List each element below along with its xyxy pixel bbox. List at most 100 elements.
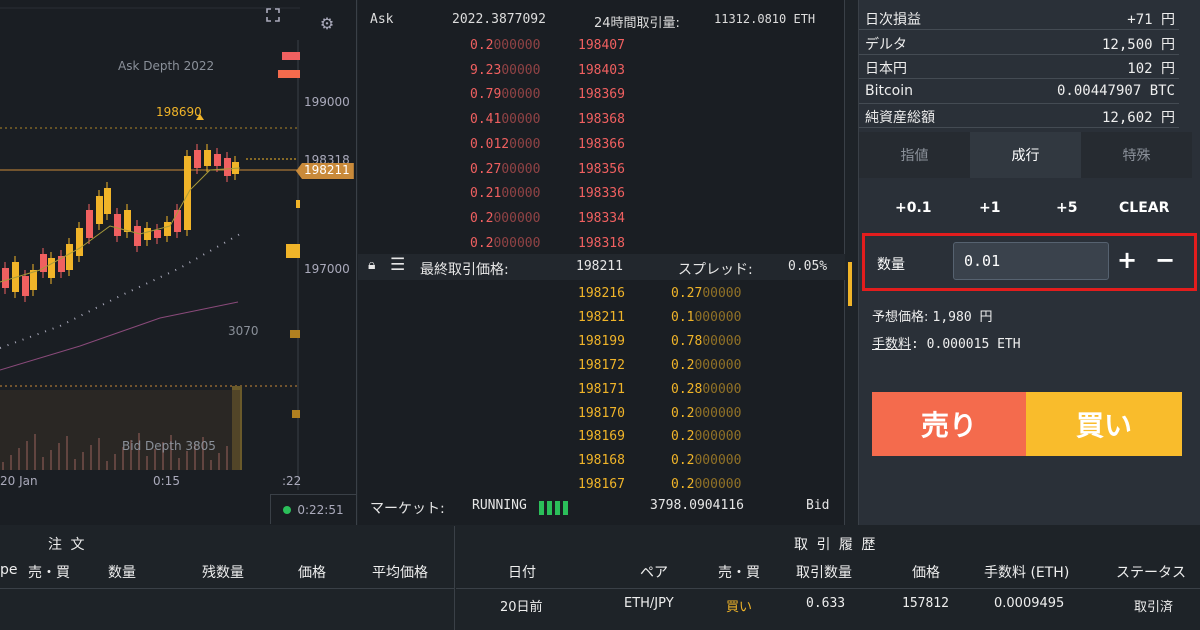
- ask-total: 2022.3877092: [452, 12, 546, 27]
- ask-amount: 0.0120000: [470, 136, 541, 152]
- bid-amount: 0.2700000: [671, 286, 742, 301]
- ask-row[interactable]: 9.2300000 198403: [358, 63, 845, 83]
- last-price-label: 最終取引価格:: [420, 262, 509, 278]
- candle-body: [224, 158, 231, 176]
- candle-body: [144, 228, 151, 240]
- bid-row[interactable]: 198168 0.2000000: [358, 453, 845, 473]
- minus-icon[interactable]: −: [1155, 246, 1175, 274]
- ask-amount: 0.2000000: [470, 210, 541, 226]
- bid-price: 198169: [578, 429, 625, 445]
- balance-row: Bitcoin 0.00447907 BTC: [859, 80, 1179, 104]
- ask-row[interactable]: 0.2000000 198334: [358, 211, 845, 231]
- list-icon[interactable]: ☰: [390, 255, 405, 275]
- depth-bar: [286, 250, 300, 258]
- depth-bar: [290, 330, 300, 338]
- sell-button[interactable]: 売り: [872, 392, 1026, 456]
- ask-amount: 9.2300000: [470, 62, 541, 78]
- time-axis-label: 20 Jan: [0, 474, 38, 488]
- ask-row[interactable]: 0.4100000 198368: [358, 112, 845, 132]
- last-price-bar: 🔒︎ ☰ 最終取引価格: 198211 スプレッド: 0.05%: [358, 254, 845, 280]
- ask-row[interactable]: 0.2100000 198336: [358, 186, 845, 206]
- bid-row[interactable]: 198211 0.1000000: [358, 310, 845, 330]
- table-cell: ETH/JPY: [624, 596, 674, 611]
- time-axis-label: :22: [282, 474, 302, 488]
- ask-price: 198334: [578, 210, 625, 226]
- quantity-input[interactable]: [953, 242, 1109, 280]
- column-header: 手数料 (ETH): [984, 565, 1070, 581]
- gear-icon[interactable]: ⚙: [312, 8, 342, 38]
- ask-row[interactable]: 0.2700000 198356: [358, 162, 845, 182]
- volume-value: 11312.0810 ETH: [714, 12, 816, 26]
- ask-row[interactable]: 0.0120000 198366: [358, 137, 845, 157]
- market-status: RUNNING: [472, 498, 527, 513]
- quick-add-5-button[interactable]: +5: [1056, 200, 1077, 216]
- ask-row[interactable]: 0.7900000 198369: [358, 87, 845, 107]
- balance-label: 日次損益: [865, 12, 921, 28]
- plus-icon[interactable]: +: [1117, 246, 1137, 274]
- column-header: 日付: [508, 565, 536, 581]
- scroll-indicator[interactable]: [848, 262, 852, 306]
- bid-row[interactable]: 198171 0.2800000: [358, 382, 845, 402]
- ask-row[interactable]: 0.2000000 198407: [358, 38, 845, 58]
- ask-depth-label: Ask Depth 2022: [118, 59, 215, 73]
- bid-row[interactable]: 198170 0.2000000: [358, 406, 845, 426]
- fee-label-link[interactable]: 手数料: [872, 337, 911, 352]
- balance-value: 12,602 円: [1101, 110, 1175, 126]
- bid-depth-area: [0, 390, 240, 470]
- estimated-price-label: 予想価格:: [872, 310, 929, 325]
- depth-bar: [278, 70, 300, 78]
- expand-icon[interactable]: [266, 8, 296, 38]
- bid-amount: 0.2000000: [671, 453, 742, 469]
- balance-value: +71 円: [1127, 12, 1175, 28]
- table-cell: 買い: [726, 600, 753, 615]
- candle-body: [214, 154, 221, 166]
- quantity-label: 数量: [877, 257, 905, 273]
- depth-bar: [282, 52, 300, 60]
- ask-row[interactable]: 0.2000000 198318: [358, 236, 845, 256]
- bid-amount: 0.2000000: [671, 477, 742, 493]
- trade-history-table: 取 引 履 歴 日付 ペア 売・買 取引数量 価格 手数料 (ETH) ステータ…: [456, 526, 1200, 630]
- current-price-tag: 198211: [296, 163, 354, 179]
- tab-limit[interactable]: 指値: [859, 132, 970, 178]
- candle-body: [96, 196, 103, 224]
- table-cell: 0.0009495: [994, 596, 1065, 611]
- column-header: 数量: [108, 565, 136, 581]
- balance-row: 日本円 102 円: [859, 55, 1179, 79]
- ask-label: Ask: [370, 12, 394, 27]
- bid-row[interactable]: 198199 0.7800000: [358, 334, 845, 354]
- ask-amount: 0.2000000: [470, 38, 541, 53]
- depth-bar: [292, 410, 300, 418]
- quick-add-1-button[interactable]: +1: [979, 200, 1000, 216]
- tab-special[interactable]: 特殊: [1081, 132, 1192, 178]
- candle-body: [164, 222, 171, 236]
- bid-amount: 0.7800000: [671, 333, 742, 349]
- balance-row: 純資産総額 12,602 円: [859, 104, 1179, 128]
- bid-row[interactable]: 198169 0.2000000: [358, 429, 845, 449]
- buy-button[interactable]: 買い: [1026, 392, 1182, 456]
- candle-body: [104, 188, 111, 214]
- volume-label: 3070: [228, 324, 259, 338]
- table-cell: 20日前: [500, 600, 543, 615]
- candle-body: [114, 214, 121, 236]
- status-dot-icon: [283, 505, 292, 514]
- quick-add-0.1-button[interactable]: +0.1: [895, 200, 932, 216]
- bid-row[interactable]: 198172 0.2000000: [358, 358, 845, 378]
- bid-label: Bid: [806, 498, 830, 513]
- clear-button[interactable]: CLEAR: [1119, 200, 1169, 216]
- candle-body: [22, 276, 29, 296]
- market-status-bar: マーケット: RUNNING 3798.0904116 Bid: [358, 498, 845, 518]
- bid-row[interactable]: 198216 0.2700000: [358, 286, 845, 306]
- column-header: 売・買: [28, 565, 70, 581]
- order-book: Ask 2022.3877092 24時間取引量: 11312.0810 ETH…: [358, 0, 852, 525]
- bid-amount: 0.2800000: [671, 381, 742, 397]
- candle-body: [86, 210, 93, 238]
- quantity-row: 数量 + −: [862, 233, 1197, 291]
- bid-row[interactable]: 198167 0.2000000: [358, 477, 845, 497]
- high-marker-label: 198690: [156, 105, 202, 119]
- ask-amount: 0.2100000: [470, 186, 541, 202]
- tab-market[interactable]: 成行: [970, 132, 1081, 178]
- candle-body: [2, 268, 9, 288]
- order-type-tabs: 指値 成行 特殊: [859, 132, 1200, 178]
- lock-icon[interactable]: 🔒︎: [368, 257, 375, 273]
- price-chart[interactable]: ⚙ Ask Depth 2022 Bid Depth 3805 198690 1…: [0, 0, 357, 525]
